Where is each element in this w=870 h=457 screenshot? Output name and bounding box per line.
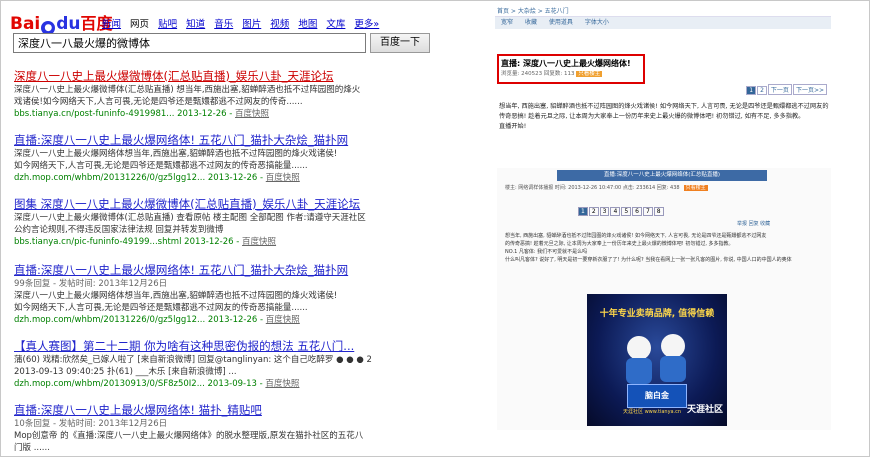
- nav-news[interactable]: 新闻: [102, 19, 121, 30]
- ad-brand: 脑白金: [627, 384, 687, 408]
- next-page-more[interactable]: 下一页>>: [792, 84, 827, 95]
- result-url: dzh.mop.com/whbm/20131226/0/gz5lgg12... …: [14, 315, 300, 325]
- ad-slogan: 十年专业卖萌品牌, 值得信赖: [599, 309, 715, 319]
- logo-text-bai: Bai: [10, 14, 41, 34]
- ad-sub: 天涯社区 www.tianya.cn: [623, 409, 682, 415]
- result-summary: 深度八一八史上最火爆微博体(汇总贴直播) 想当年,西施出塞,貂蝉醉酒也抵不过阵园…: [14, 85, 361, 95]
- page-7[interactable]: 7: [642, 207, 653, 216]
- thread-text: 想当年, 西施出塞, 貂蝉醉酒也抵不过阵园图的烽火戏诸侯! 如今网络天下, 人言…: [505, 233, 792, 263]
- nav-wenku[interactable]: 文库: [326, 19, 345, 30]
- cache-link[interactable]: 百度快照: [235, 109, 269, 119]
- result-url: bbs.tianya.cn/post-funinfo-4919981... 20…: [14, 109, 270, 119]
- forum-post-panel: 首页 > 大杂烩 > 五花八门 宽窄 收藏 使用道具 字体大小 直播: 深度八一…: [495, 6, 831, 161]
- result-summary: 戏诸侯!如今网络天下,人言可畏,无论是四爷还是甄嬛都逃不过网友的传奇......: [14, 97, 303, 107]
- nav-web[interactable]: 网页: [130, 19, 149, 30]
- mascot-head-icon: [627, 336, 651, 360]
- advertisement-image: 十年专业卖萌品牌, 值得信赖 脑白金 天涯社区 www.tianya.cn 天涯…: [587, 294, 727, 426]
- mascot-head-icon: [661, 334, 685, 358]
- post-title: 直播: 深度八一八史上最火爆网络体!: [501, 59, 631, 68]
- result-summary: 蒲(60) 戏精:欣然矣_已嫁人啦了 [来自新浪微博] 回复@tanglinya…: [14, 355, 372, 365]
- nav-music[interactable]: 音乐: [214, 19, 233, 30]
- result-item: 直播:深度八一八史上最火爆网络体! 猫扑_精贴吧 10条回复 - 发帖时间: 2…: [14, 402, 476, 454]
- tab-favorite[interactable]: 收藏: [525, 19, 537, 26]
- thread-actions[interactable]: 举报 回复 收藏: [737, 220, 770, 227]
- nav-zhidao[interactable]: 知道: [186, 19, 205, 30]
- cache-link[interactable]: 百度快照: [266, 315, 300, 325]
- tab-wide[interactable]: 宽窄: [501, 19, 513, 26]
- tab-font-size[interactable]: 字体大小: [585, 19, 609, 26]
- result-item: 直播:深度八一八史上最火爆网络体! 五花八门_猫扑大杂烩_猫扑网 99条回复 -…: [14, 262, 476, 326]
- result-title[interactable]: 直播:深度八一八史上最火爆网络体! 五花八门_猫扑大杂烩_猫扑网: [14, 132, 476, 148]
- nav-video[interactable]: 视频: [270, 19, 289, 30]
- result-title[interactable]: 直播:深度八一八史上最火爆网络体! 猫扑_精贴吧: [14, 402, 476, 418]
- page-8[interactable]: 8: [653, 207, 664, 216]
- page-5[interactable]: 5: [621, 207, 632, 216]
- search-input[interactable]: 深度八一八最火爆的微博体: [13, 33, 366, 53]
- nav-images[interactable]: 图片: [242, 19, 261, 30]
- result-summary: 如今网络天下,人言可畏,无论是四爷还是甄嬛都逃不过网友的传奇恶搞能量......: [14, 161, 308, 171]
- result-item: 【真人赛图】第二十二期 你为啥有这种思密伪报的想法 五花八门... 蒲(60) …: [14, 338, 476, 390]
- baidu-results-panel: Bai ● du百度 新闻 网页 贴吧 知道 音乐 图片 视频 地图 文库 更多» …: [6, 4, 476, 454]
- search-nav: 新闻 网页 贴吧 知道 音乐 图片 视频 地图 文库 更多»: [102, 16, 385, 30]
- mascot-body-icon: [626, 358, 652, 384]
- tab-tools[interactable]: 使用道具: [549, 19, 573, 26]
- result-meta: 99条回复 - 发帖时间: 2013年12月26日: [14, 279, 168, 289]
- breadcrumb[interactable]: 首页 > 大杂烩 > 五花八门: [495, 6, 831, 17]
- page-1[interactable]: 1: [578, 207, 588, 216]
- result-summary: 深度八一八史上最火爆网络体想当年,西施出塞,貂蝉醉酒也抵不过阵园图的烽火戏诸侯!: [14, 291, 338, 301]
- result-summary: 深度八一八史上最火爆微博体(汇总贴直播) 查看原帖 楼主配图 全部配图 作者:请…: [14, 213, 366, 223]
- result-summary: 2013-09-13 09:40:25 扑(61) ___木乐 [来自新浪微博]…: [14, 367, 237, 377]
- result-item: 直播:深度八一八史上最火爆网络体! 五花八门_猫扑大杂烩_猫扑网 深度八一八史上…: [14, 132, 476, 184]
- nav-tieba[interactable]: 贴吧: [158, 19, 177, 30]
- page-1[interactable]: 1: [746, 86, 757, 95]
- page-4[interactable]: 4: [610, 207, 621, 216]
- post-body: 想当年, 西施出塞, 貂蝉醉酒也抵不过阵园图的烽火戏诸侯! 如今网络天下, 人言…: [499, 103, 829, 130]
- result-url: bbs.tianya.cn/pic-funinfo-49199...shtml …: [14, 237, 277, 247]
- nav-more[interactable]: 更多»: [354, 19, 379, 30]
- result-url: dzh.mop.com/whbm/20131226/0/gz5lgg12... …: [14, 173, 300, 183]
- only-op-button[interactable]: 只看楼主: [683, 185, 708, 191]
- result-meta: 10条回复 - 发帖时间: 2013年12月26日: [14, 419, 168, 429]
- logo-text-du: du: [56, 14, 81, 34]
- cache-link[interactable]: 百度快照: [266, 173, 300, 183]
- baidu-logo[interactable]: Bai ● du百度: [10, 10, 113, 35]
- nav-map[interactable]: 地图: [298, 19, 317, 30]
- thread-header: 直播:深度八一八史上最火爆网络体(汇总贴直播): [557, 170, 767, 181]
- mascot-body-icon: [660, 356, 686, 382]
- pager: 1 2 下一页 下一页>>: [745, 84, 827, 95]
- result-summary: 门版 ......: [14, 443, 50, 453]
- result-summary: 公约言论规则,不得违反国家法律法规 回复并转发到微博: [14, 225, 224, 235]
- result-summary: Mop创意帝 的《直播:深度八一八史上最火爆网络体》的脱水整理版,原发在猫扑社区…: [14, 431, 364, 441]
- result-item: 深度八一八史上最火爆微博体(汇总贴直播)_娱乐八卦_天涯论坛 深度八一八史上最火…: [14, 68, 476, 120]
- post-title-box: 直播: 深度八一八史上最火爆网络体! 浏览量: 240523 回复数: 113 …: [497, 54, 645, 84]
- pager: 12345678: [577, 207, 664, 216]
- result-title[interactable]: 深度八一八史上最火爆微博体(汇总贴直播)_娱乐八卦_天涯论坛: [14, 68, 476, 84]
- cache-link[interactable]: 百度快照: [242, 237, 276, 247]
- result-summary: 深度八一八史上最火爆网络体想当年,西施出塞,貂蝉醉酒也抵不过阵园图的烽火戏诸侯!: [14, 149, 338, 159]
- page-3[interactable]: 3: [599, 207, 610, 216]
- result-title[interactable]: 图集 深度八一八史上最火爆微博体(汇总贴直播)_娱乐八卦_天涯论坛: [14, 196, 476, 212]
- cache-link[interactable]: 百度快照: [265, 379, 299, 389]
- only-op-button[interactable]: 只看楼主: [576, 71, 603, 77]
- result-url: dzh.mop.com/whbm/20130913/0/SF8z50I2... …: [14, 379, 300, 389]
- result-summary: 如今网络天下,人言可畏,无论是四爷还是甄嬛都逃不过网友的传奇恶搞能量......: [14, 303, 308, 313]
- post-meta: 浏览量: 240523 回复数: 113 只看楼主: [501, 71, 603, 77]
- search-button[interactable]: 百度一下: [370, 33, 430, 53]
- result-title[interactable]: 【真人赛图】第二十二期 你为啥有这种思密伪报的想法 五花八门...: [14, 338, 476, 354]
- next-page[interactable]: 下一页: [767, 84, 792, 95]
- result-item: 图集 深度八一八史上最火爆微博体(汇总贴直播)_娱乐八卦_天涯论坛 深度八一八史…: [14, 196, 476, 248]
- result-title[interactable]: 直播:深度八一八史上最火爆网络体! 五花八门_猫扑大杂烩_猫扑网: [14, 262, 476, 278]
- page-6[interactable]: 6: [632, 207, 642, 216]
- page-2[interactable]: 2: [588, 207, 599, 216]
- thread-info: 楼主: 网络调样体播报 时间: 2013-12-26 10:47:00 点击: …: [505, 185, 708, 191]
- tianya-logo: 天涯社区: [686, 405, 723, 415]
- forum-tabs: 宽窄 收藏 使用道具 字体大小: [495, 17, 831, 29]
- page-2[interactable]: 2: [757, 86, 767, 95]
